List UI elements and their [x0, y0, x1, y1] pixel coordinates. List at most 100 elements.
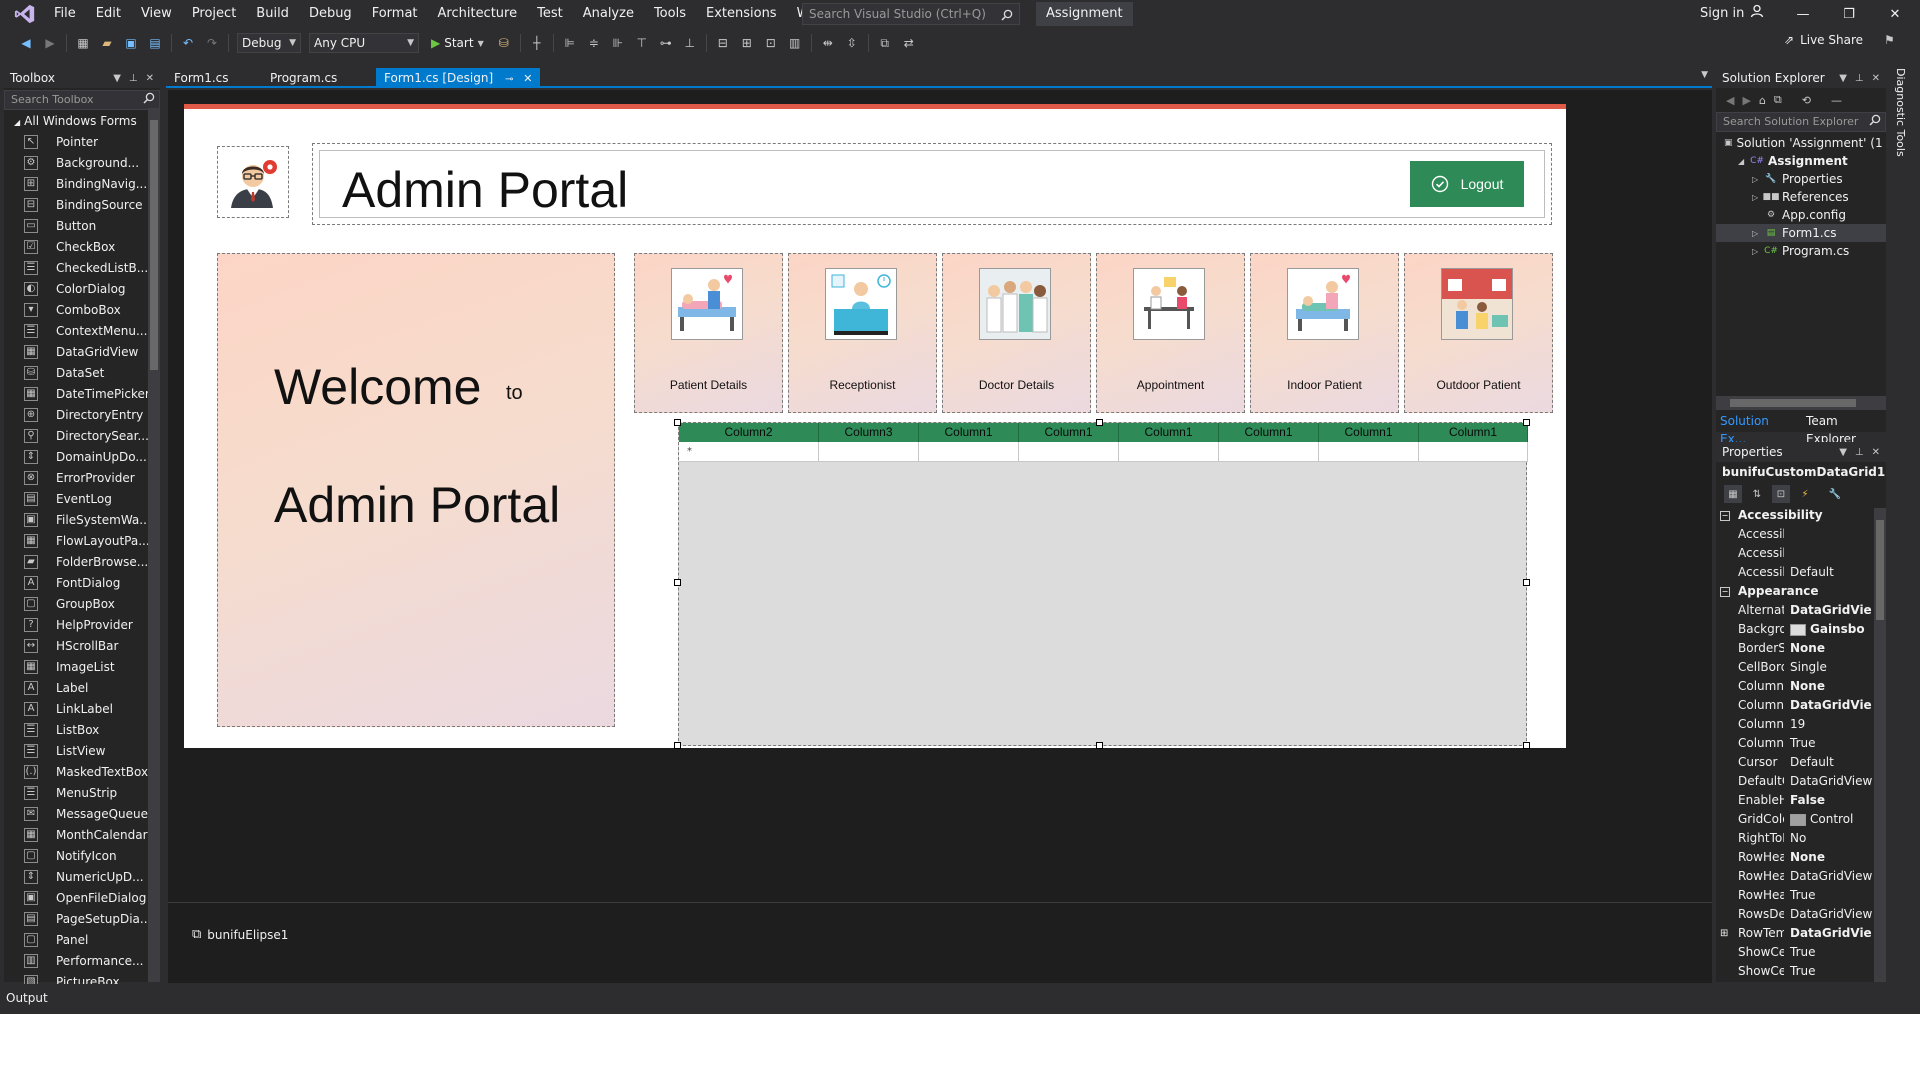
property-row[interactable]: ⊞RowTemplaDataGridVie: [1716, 924, 1886, 943]
grid-column-header[interactable]: Column3: [819, 423, 919, 442]
expand-icon[interactable]: ⊞: [1720, 924, 1728, 943]
align-centers-icon[interactable]: ≑: [585, 34, 603, 52]
solution-search-input[interactable]: Search Solution Explorer: [1716, 112, 1886, 132]
grid-cell[interactable]: [1219, 442, 1319, 462]
resize-handle-n[interactable]: [1096, 419, 1103, 426]
toolbox-item[interactable]: ◐ ColorDialog: [4, 278, 160, 299]
live-share-button[interactable]: ⇗ Live Share: [1784, 33, 1863, 47]
resize-handle-nw[interactable]: [674, 419, 681, 426]
grid-cell[interactable]: [1119, 442, 1219, 462]
toolbox-item[interactable]: ⊞ BindingNavig...: [4, 173, 160, 194]
toolbox-item[interactable]: ↔ HScrollBar: [4, 635, 160, 656]
output-tab[interactable]: Output: [6, 991, 48, 1005]
forward-icon[interactable]: ▶: [1742, 94, 1750, 107]
restore-button[interactable]: ❐: [1826, 0, 1872, 28]
expand-arrow-icon[interactable]: ◢: [1738, 157, 1750, 166]
property-row[interactable]: CellBorderS Single: [1716, 658, 1886, 677]
logout-button[interactable]: Logout: [1410, 161, 1524, 207]
expand-arrow-icon[interactable]: ▷: [1752, 175, 1764, 184]
toolbox-item[interactable]: ? HelpProvider: [4, 614, 160, 635]
collapse-icon[interactable]: −: [1720, 586, 1730, 597]
chevron-down-icon[interactable]: ▼: [1839, 447, 1847, 458]
grid-column-header[interactable]: Column2: [679, 423, 819, 442]
property-row[interactable]: AccessibleR Default: [1716, 563, 1886, 582]
grid-column-header[interactable]: Column1: [1119, 423, 1219, 442]
align-tops-icon[interactable]: ⊤: [633, 34, 651, 52]
form1-window[interactable]: Admin Portal Logout Welcome to Admin Por…: [184, 104, 1566, 749]
tab-overflow-icon[interactable]: ▼: [1701, 70, 1708, 80]
property-value[interactable]: Default: [1784, 753, 1886, 772]
property-row[interactable]: EnableHead False: [1716, 791, 1886, 810]
collapse-icon[interactable]: −: [1720, 510, 1730, 521]
pin-icon[interactable]: ⊥: [129, 73, 138, 84]
property-row[interactable]: ColumnHea True: [1716, 734, 1886, 753]
tab-form1-cs[interactable]: Form1.cs: [166, 68, 237, 88]
toolbox-item[interactable]: ▤ EventLog: [4, 488, 160, 509]
scrollbar-thumb[interactable]: [150, 120, 158, 370]
solution-tree-item[interactable]: ▷ 🔧 Properties: [1716, 170, 1886, 188]
grid-cell[interactable]: [919, 442, 1019, 462]
menu-extensions[interactable]: Extensions: [696, 0, 787, 28]
save-icon[interactable]: ▣: [122, 34, 140, 52]
close-icon[interactable]: ✕: [1872, 73, 1880, 84]
categorized-icon[interactable]: ▦: [1724, 485, 1742, 503]
vertical-spacing-icon[interactable]: ⇳: [843, 34, 861, 52]
header-panel[interactable]: Admin Portal Logout: [312, 143, 1552, 225]
property-row[interactable]: ShowCellErr True: [1716, 943, 1886, 962]
menu-view[interactable]: View: [131, 0, 182, 28]
resize-handle-s[interactable]: [1096, 742, 1103, 749]
solution-hscrollbar[interactable]: [1716, 396, 1886, 410]
minimize-button[interactable]: —: [1780, 0, 1826, 28]
tray-component-bunifu-elipse[interactable]: ⧉ bunifuElipse1: [192, 927, 288, 942]
resize-handle-se[interactable]: [1523, 742, 1530, 749]
toolbox-item[interactable]: ⇕ NumericUpD...: [4, 866, 160, 887]
menu-debug[interactable]: Debug: [299, 0, 362, 28]
toolbox-item[interactable]: ↖ Pointer: [4, 131, 160, 152]
grid-column-header[interactable]: Column1: [919, 423, 1019, 442]
property-value[interactable]: DataGridVie: [1784, 924, 1886, 943]
solution-tree-item[interactable]: ▷ ■■ References: [1716, 188, 1886, 206]
toolbox-item[interactable]: ▥ Performance...: [4, 950, 160, 971]
toolbox-item[interactable]: ▦ ImageList: [4, 656, 160, 677]
toolbox-item[interactable]: ☰ MenuStrip: [4, 782, 160, 803]
properties-scrollbar[interactable]: [1874, 508, 1886, 982]
open-folder-icon[interactable]: ▰: [98, 34, 116, 52]
property-value[interactable]: [1784, 525, 1886, 544]
solution-tree-item[interactable]: ▷ C# Program.cs: [1716, 242, 1886, 260]
property-row[interactable]: RowHeader None: [1716, 848, 1886, 867]
grid-column-header[interactable]: Column1: [1019, 423, 1119, 442]
toolbox-item[interactable]: ⊟ BindingSource: [4, 194, 160, 215]
resize-handle-w[interactable]: [674, 579, 681, 586]
toolbox-search-input[interactable]: Search Toolbox: [4, 90, 160, 110]
property-category-accessibility[interactable]: − Accessibility: [1716, 506, 1886, 525]
undo-icon[interactable]: ↶: [179, 34, 197, 52]
toolbox-item[interactable]: ▢ Panel: [4, 929, 160, 950]
redo-icon[interactable]: ↷: [203, 34, 221, 52]
toolbox-item[interactable]: ▾ ComboBox: [4, 299, 160, 320]
tab-solution-explorer[interactable]: Solution Ex...: [1716, 412, 1794, 446]
property-row[interactable]: ColumnHea DataGridVie: [1716, 696, 1886, 715]
menu-project[interactable]: Project: [182, 0, 246, 28]
vs-search-input[interactable]: Search Visual Studio (Ctrl+Q): [802, 3, 1020, 25]
pin-icon[interactable]: ⊥: [1855, 447, 1864, 458]
expand-arrow-icon[interactable]: ▷: [1752, 229, 1764, 238]
admin-avatar[interactable]: [217, 146, 289, 218]
browser-link-icon[interactable]: ⛁: [495, 34, 513, 52]
welcome-panel[interactable]: Welcome to Admin Portal: [217, 253, 615, 727]
property-value[interactable]: Control: [1784, 810, 1886, 829]
collapse-all-icon[interactable]: —: [1831, 94, 1842, 107]
bring-to-front-icon[interactable]: ⧉: [876, 34, 894, 52]
menu-file[interactable]: File: [44, 0, 86, 28]
solution-config-dropdown[interactable]: Debug ▼: [237, 33, 301, 53]
property-value[interactable]: None: [1784, 848, 1886, 867]
toolbox-item[interactable]: ▣ FileSystemWa...: [4, 509, 160, 530]
properties-icon[interactable]: ⊡: [1772, 485, 1790, 503]
property-value[interactable]: None: [1784, 639, 1886, 658]
save-all-icon[interactable]: ▤: [146, 34, 164, 52]
property-value[interactable]: No: [1784, 829, 1886, 848]
resize-handle-e[interactable]: [1523, 579, 1530, 586]
toolbox-item[interactable]: ▰ FolderBrowse...: [4, 551, 160, 572]
property-value[interactable]: True: [1784, 734, 1886, 753]
solution-tree-item[interactable]: ▣ Solution 'Assignment' (1 p: [1716, 134, 1886, 152]
toolbox-scrollbar[interactable]: [148, 108, 160, 982]
